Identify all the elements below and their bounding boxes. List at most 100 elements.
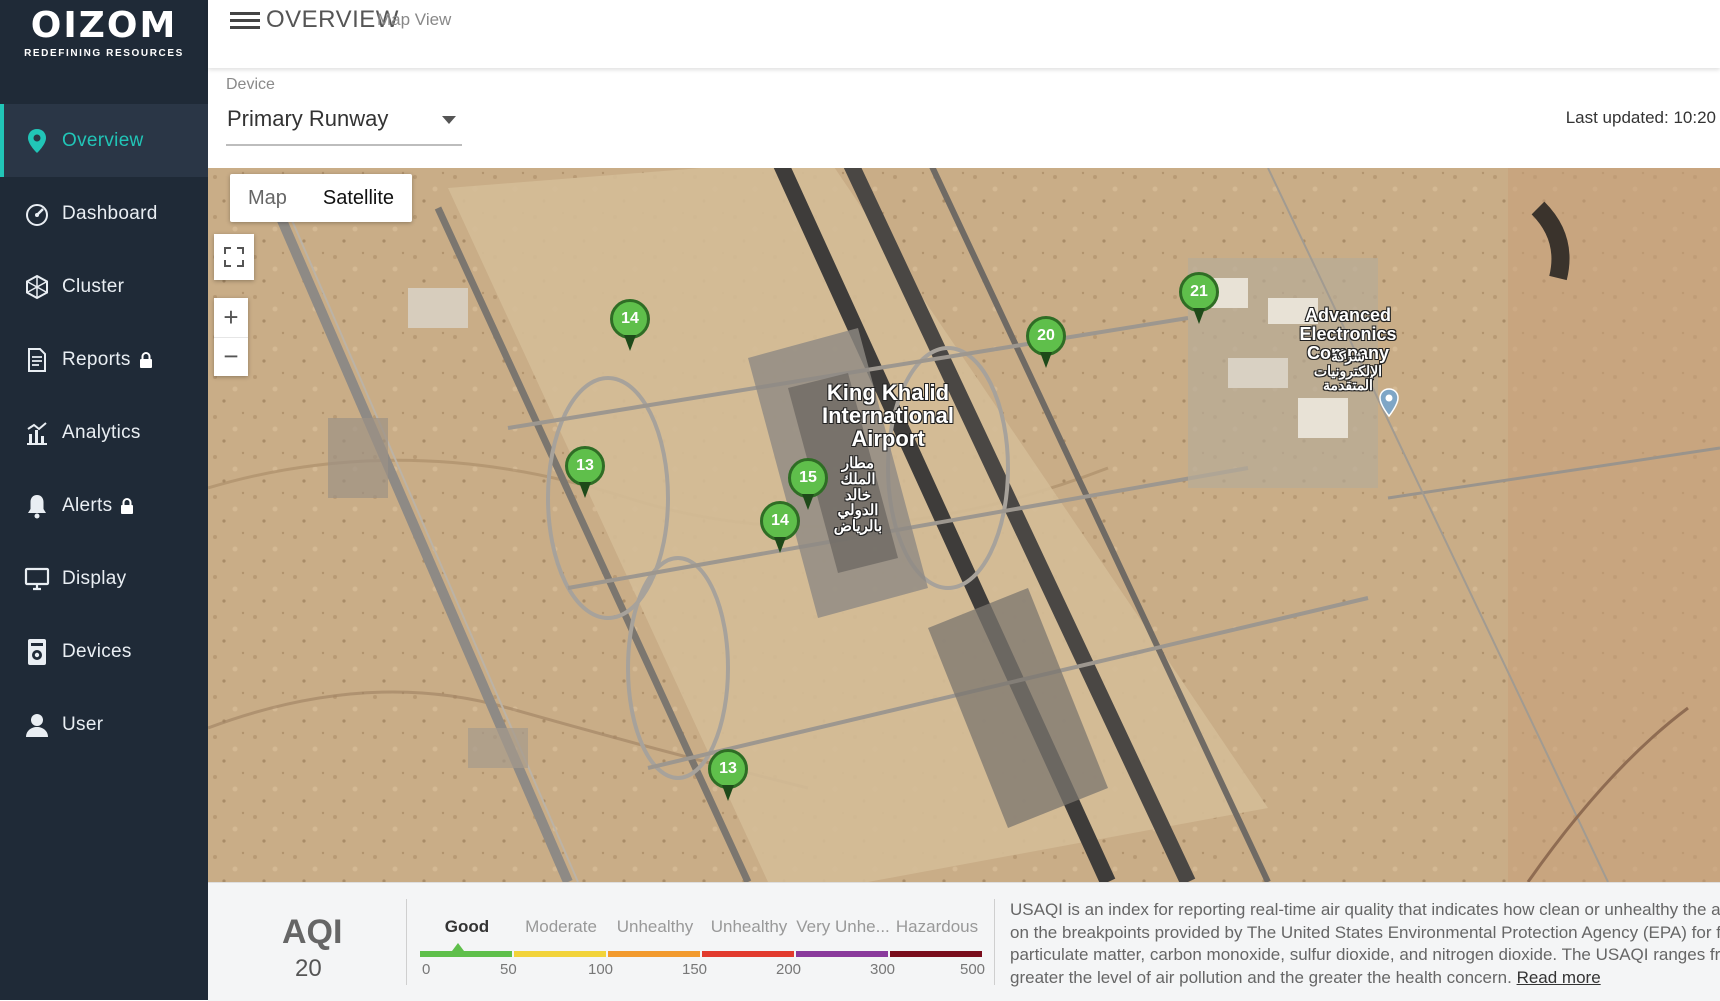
device-marker[interactable]: 14 <box>760 501 800 553</box>
aqi-tick: 200 <box>776 961 802 978</box>
device-marker[interactable]: 20 <box>1026 316 1066 368</box>
aqi-tick: 0 <box>422 961 431 978</box>
fullscreen-icon[interactable] <box>214 234 254 280</box>
device-marker[interactable]: 21 <box>1179 272 1219 324</box>
marker-aqi-value: 13 <box>565 446 605 486</box>
aqi-tick: 100 <box>588 961 614 978</box>
sidebar-item-label: Devices <box>62 640 132 662</box>
aqi-tick: 300 <box>870 961 896 978</box>
sidebar-item-label: Dashboard <box>62 202 158 224</box>
sidebar-item-analytics[interactable]: Analytics <box>0 396 208 469</box>
device-selected-value: Primary Runway <box>227 106 389 131</box>
top-header: OVERVIEW Map View <box>208 0 1720 68</box>
zoom-controls: + − <box>214 298 248 376</box>
aqi-description-line: on the breakpoints provided by The Unite… <box>1010 922 1720 942</box>
aqi-value: 20 <box>295 955 322 982</box>
marker-aqi-value: 13 <box>708 749 748 789</box>
sidebar-item-display[interactable]: Display <box>0 542 208 615</box>
map-type-map-button[interactable]: Map <box>230 174 305 222</box>
sidebar-item-alerts[interactable]: Alerts <box>0 469 208 542</box>
satellite-map-imagery <box>208 168 1720 882</box>
aqi-band-unhealthy-sensitive <box>608 951 700 957</box>
divider <box>406 899 407 985</box>
device-dropdown[interactable]: Primary Runway <box>226 100 462 146</box>
cluster-icon <box>24 274 50 300</box>
aqi-scale: Good Moderate Unhealthy Unhealthy Very U… <box>420 917 986 987</box>
read-more-link[interactable]: Read more <box>1517 968 1601 987</box>
zoom-in-button[interactable]: + <box>214 298 248 338</box>
report-icon <box>24 347 50 373</box>
aqi-category-unhealthy-sensitive: Unhealthy <box>616 917 694 936</box>
sidebar-item-reports[interactable]: Reports <box>0 323 208 396</box>
user-icon <box>24 712 50 738</box>
aqi-category-very-unhealthy: Very Unhe... <box>796 917 890 936</box>
logo-tagline: REDEFINING RESOURCES <box>24 48 184 59</box>
aqi-band-moderate <box>514 951 606 957</box>
device-marker[interactable]: 13 <box>708 749 748 801</box>
sidebar-item-label: Alerts <box>62 494 113 516</box>
aqi-category-good: Good <box>444 917 490 936</box>
sidebar-item-label: Reports <box>62 348 131 370</box>
aqi-band-unhealthy <box>702 951 794 957</box>
map-type-toggle: Map Satellite <box>230 174 413 222</box>
sidebar-item-label: Overview <box>62 129 144 151</box>
lock-icon <box>120 497 134 514</box>
monitor-icon <box>24 566 50 592</box>
map-type-satellite-button[interactable]: Satellite <box>305 174 412 222</box>
aqi-indicator-arrow <box>452 943 464 951</box>
lock-icon <box>139 351 153 368</box>
marker-aqi-value: 21 <box>1179 272 1219 312</box>
device-marker[interactable]: 13 <box>565 446 605 498</box>
marker-aqi-value: 20 <box>1026 316 1066 356</box>
aqi-category-unhealthy: Unhealthy <box>710 917 788 936</box>
aqi-description-line: USAQI is an index for reporting real-tim… <box>1010 900 1720 919</box>
aqi-band-good <box>420 951 512 957</box>
sidebar-item-dashboard[interactable]: Dashboard <box>0 177 208 250</box>
map-view[interactable]: Map Satellite + − 14 13 15 14 13 20 21 K… <box>208 168 1720 882</box>
zoom-out-button[interactable]: − <box>214 337 248 376</box>
aqi-category-moderate: Moderate <box>525 917 597 936</box>
sidebar-item-devices[interactable]: Devices <box>0 615 208 688</box>
aqi-title: AQI <box>282 913 343 951</box>
map-pin-icon <box>24 128 50 154</box>
sidebar-nav: Overview Dashboard Cluster Reports Analy… <box>0 104 208 761</box>
aqi-description: USAQI is an index for reporting real-tim… <box>1010 899 1720 989</box>
chevron-down-icon <box>442 116 456 124</box>
analytics-icon <box>24 420 50 446</box>
sidebar: OIZOM REDEFINING RESOURCES Overview Dash… <box>0 0 208 1000</box>
poi-pin-icon[interactable] <box>1378 388 1400 418</box>
divider <box>994 899 995 985</box>
oizom-logo[interactable]: OIZOM REDEFINING RESOURCES <box>0 5 208 60</box>
logo-wordmark: OIZOM <box>30 5 178 46</box>
aqi-category-hazardous: Hazardous <box>895 917 979 936</box>
sidebar-item-user[interactable]: User <box>0 688 208 761</box>
aqi-tick: 150 <box>682 961 708 978</box>
speedometer-icon <box>24 201 50 227</box>
device-marker[interactable]: 14 <box>610 299 650 351</box>
sidebar-item-cluster[interactable]: Cluster <box>0 250 208 323</box>
aqi-band-very-unhealthy <box>796 951 888 957</box>
aqi-legend-panel: AQI 20 Good Moderate Unhealthy Unhealthy… <box>208 882 1720 1001</box>
page-subtitle: Map View <box>377 10 452 29</box>
aqi-tick: 50 <box>500 961 517 978</box>
aqi-description-line: greater the level of air pollution and t… <box>1010 967 1512 987</box>
marker-aqi-value: 15 <box>788 458 828 498</box>
marker-aqi-value: 14 <box>760 501 800 541</box>
aqi-band-hazardous <box>890 951 982 957</box>
last-updated-text: Last updated: 10:20 <box>1565 108 1716 127</box>
hamburger-menu-icon[interactable] <box>230 8 260 32</box>
sidebar-item-label: Analytics <box>62 421 141 443</box>
marker-aqi-value: 14 <box>610 299 650 339</box>
aqi-description-line: particulate matter, carbon monoxide, sul… <box>1010 945 1720 964</box>
device-label: Device <box>226 76 275 93</box>
sidebar-item-label: User <box>62 713 104 735</box>
sidebar-item-overview[interactable]: Overview <box>0 104 208 177</box>
airport-arabic-map-label: مطار الملك خالد الدولي بالرياض <box>833 455 883 535</box>
airport-map-label: King Khalid International Airport <box>821 380 954 452</box>
sidebar-item-label: Display <box>62 567 127 589</box>
device-icon <box>24 638 50 665</box>
bell-icon <box>24 493 50 519</box>
company-arabic-map-label: شركة الإلكترونيات المتقدمة <box>1313 348 1383 394</box>
aqi-tick: 500 <box>960 961 986 978</box>
sidebar-item-label: Cluster <box>62 275 125 297</box>
